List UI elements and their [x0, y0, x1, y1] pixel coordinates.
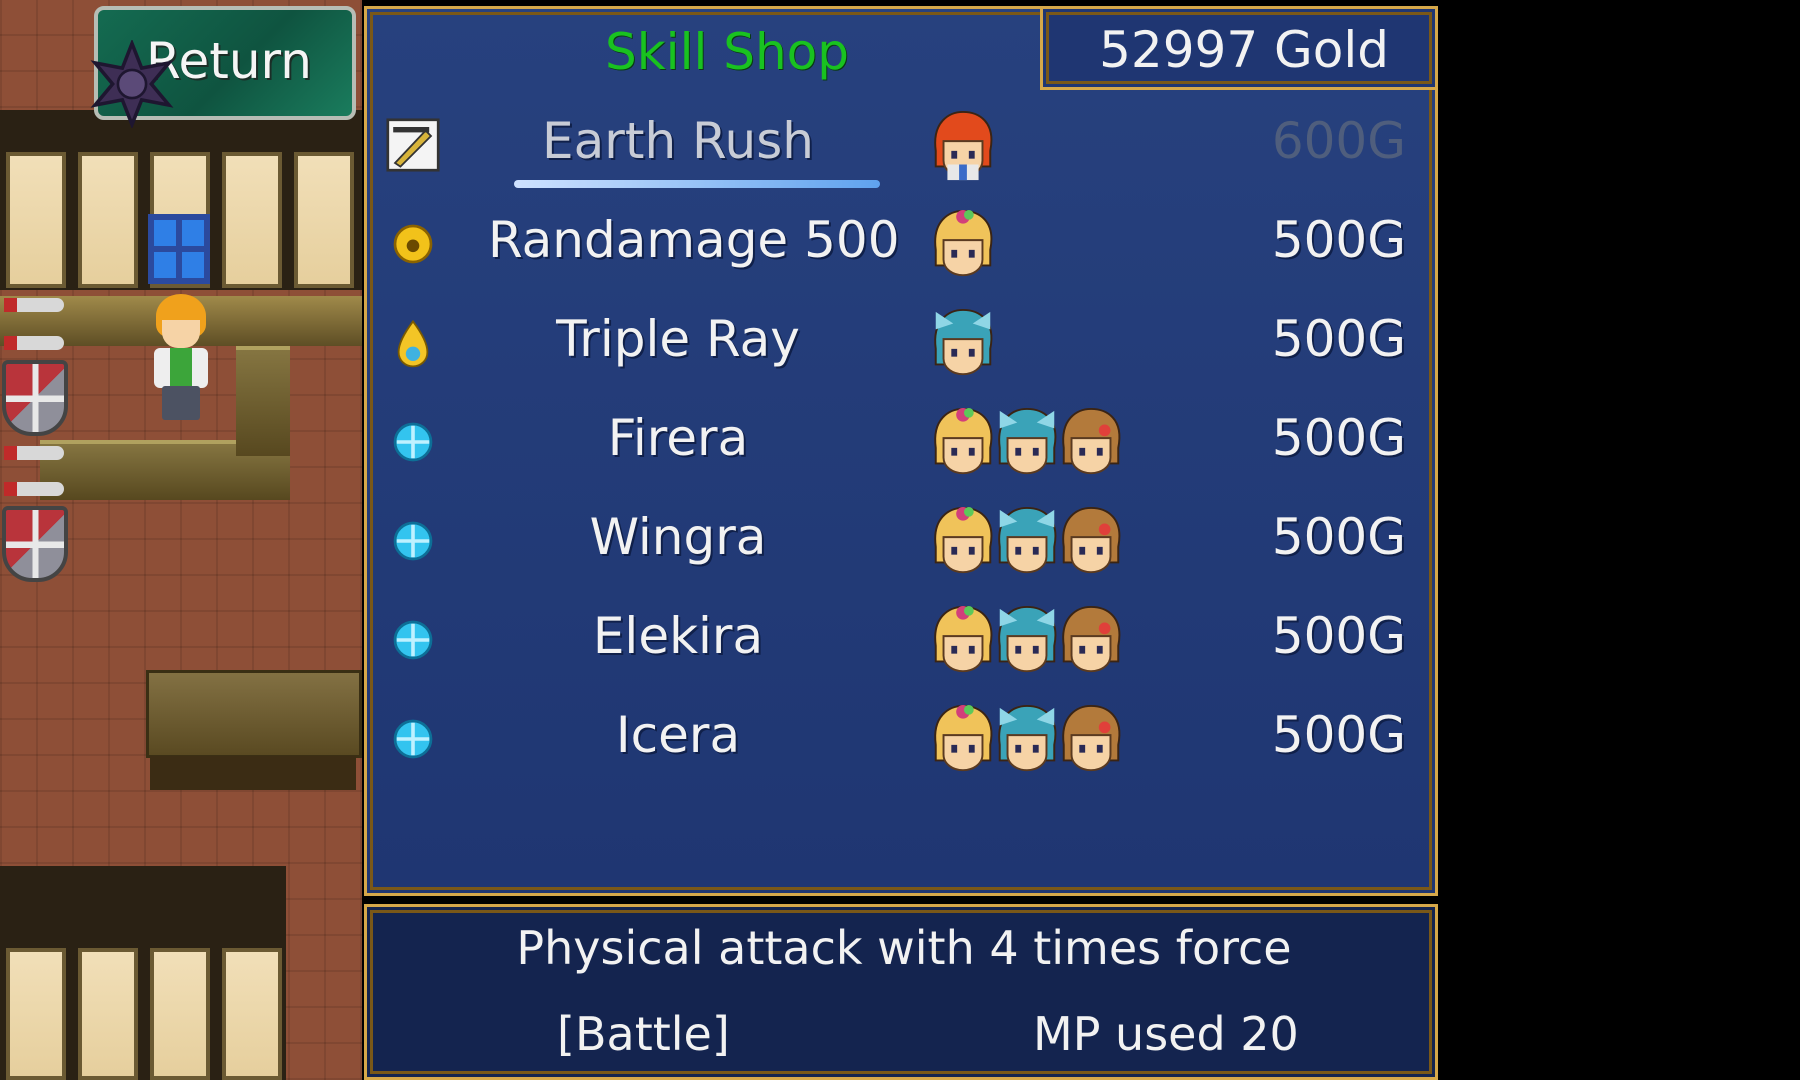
skill-row[interactable]: Earth Rush 600G: [364, 96, 1438, 195]
blonde-girl-portrait: [926, 603, 1000, 679]
sword-display-icon: [4, 446, 64, 460]
skill-price: 500G: [1271, 409, 1406, 467]
magic-orb-icon: [386, 613, 440, 667]
blue-window-tile: [148, 214, 210, 284]
sword-display-icon: [4, 298, 64, 312]
magic-orb-icon: [386, 712, 440, 766]
red-hair-hero-portrait: [926, 108, 1000, 184]
game-screen: Return Skill Shop 52997 Gold Earth Rush 6…: [0, 0, 1800, 1080]
skill-row[interactable]: Wingra 500G: [364, 492, 1438, 591]
wall-panel: [78, 152, 138, 288]
skill-users: [926, 603, 1121, 683]
wall-panel: [222, 948, 282, 1080]
sword-skill-icon: [386, 118, 440, 172]
skill-users: [926, 207, 993, 287]
teal-hair-girl-portrait: [990, 405, 1064, 481]
wall-panel: [294, 152, 354, 288]
player-character: [148, 294, 214, 424]
skill-row[interactable]: Randamage 500 500G: [364, 195, 1438, 294]
gold-amount: 52997 Gold: [1099, 21, 1389, 79]
wall-panel: [222, 152, 282, 288]
teal-hair-girl-portrait: [990, 504, 1064, 580]
gold-panel: 52997 Gold: [1040, 6, 1438, 90]
skill-description-text: Physical attack with 4 times force: [516, 921, 1292, 975]
flame-drop-icon: [386, 316, 440, 370]
skill-row[interactable]: Triple Ray 500G: [364, 294, 1438, 393]
teal-hair-girl-portrait: [926, 306, 1000, 382]
skill-users: [926, 108, 993, 188]
skill-name: Randamage 500: [488, 211, 900, 269]
blonde-girl-portrait: [926, 504, 1000, 580]
teal-hair-girl-portrait: [990, 702, 1064, 778]
skill-row[interactable]: Firera 500G: [364, 393, 1438, 492]
wall-panel: [78, 948, 138, 1080]
shop-title: Skill Shop: [604, 23, 850, 81]
map-scene: [0, 0, 362, 1080]
skill-name: Elekira: [592, 607, 764, 665]
teal-hair-girl-portrait: [990, 603, 1064, 679]
skill-price: 500G: [1271, 508, 1406, 566]
wall-panel: [150, 948, 210, 1080]
table-legs: [150, 756, 356, 790]
wall-panel: [6, 152, 66, 288]
skill-mp-cost: MP used 20: [1033, 1007, 1299, 1061]
skill-price: 500G: [1271, 607, 1406, 665]
wooden-table: [146, 670, 362, 758]
skill-name: Wingra: [589, 508, 767, 566]
skill-name: Firera: [607, 409, 749, 467]
skill-users: [926, 702, 1121, 782]
brown-hair-girl-portrait: [1054, 603, 1128, 679]
skill-price: 600G: [1271, 112, 1406, 170]
skill-price: 500G: [1271, 211, 1406, 269]
sword-display-icon: [4, 482, 64, 496]
wall-panel: [6, 948, 66, 1080]
skill-name: Triple Ray: [556, 310, 800, 368]
magic-orb-icon: [386, 514, 440, 568]
skill-row[interactable]: Elekira 500G: [364, 591, 1438, 690]
brown-hair-girl-portrait: [1054, 405, 1128, 481]
gold-orb-icon: [386, 217, 440, 271]
skill-usage-type: [Battle]: [557, 1007, 730, 1061]
skill-name: Earth Rush: [542, 112, 814, 170]
skill-price: 500G: [1271, 706, 1406, 764]
skill-users: [926, 306, 993, 386]
shop-counter-side: [236, 346, 290, 456]
sword-display-icon: [4, 336, 64, 350]
shield-display-icon: [2, 360, 68, 436]
skill-name: Icera: [615, 706, 741, 764]
blonde-girl-portrait: [926, 405, 1000, 481]
skill-list: Earth Rush 600G Randamage 500 500G Triple Ra…: [364, 96, 1438, 789]
brown-hair-girl-portrait: [1054, 702, 1128, 778]
skill-users: [926, 405, 1121, 485]
skill-price: 500G: [1271, 310, 1406, 368]
shield-display-icon: [2, 506, 68, 582]
skill-users: [926, 504, 1121, 584]
skill-row[interactable]: Icera 500G: [364, 690, 1438, 789]
blonde-girl-portrait: [926, 207, 1000, 283]
skill-description-panel: Physical attack with 4 times force [Batt…: [364, 904, 1438, 1080]
lower-wall-panels: [6, 948, 294, 1080]
brown-hair-girl-portrait: [1054, 504, 1128, 580]
star-icon: [90, 40, 174, 128]
blonde-girl-portrait: [926, 702, 1000, 778]
selection-underline: [514, 180, 880, 188]
magic-orb-icon: [386, 415, 440, 469]
